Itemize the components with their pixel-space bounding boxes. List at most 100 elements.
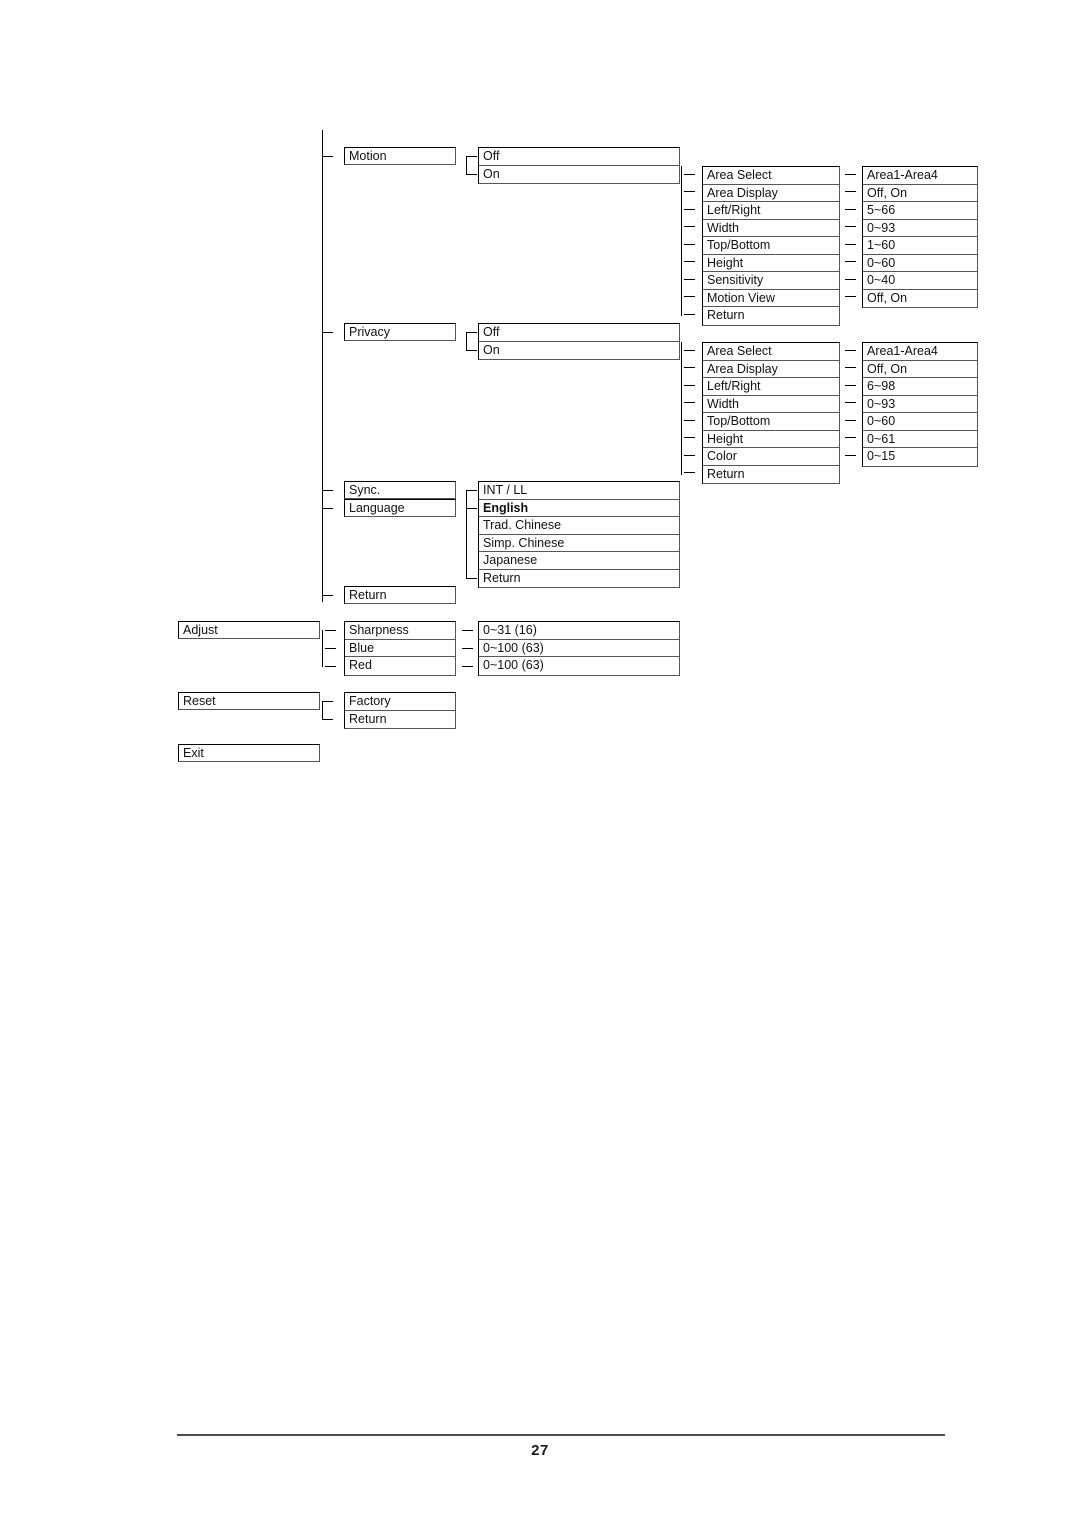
- privacy-state-on[interactable]: On: [479, 342, 679, 360]
- tick-privacy-sub-6: [684, 455, 695, 456]
- tick-motion-val-1: [845, 191, 856, 192]
- language-option-return[interactable]: Return: [479, 570, 679, 588]
- privacy-submenu-width[interactable]: Width: [703, 396, 839, 413]
- tick-privacy-sub-5: [684, 437, 695, 438]
- language-option-english[interactable]: English: [479, 500, 679, 517]
- motion-submenu-height[interactable]: Height: [703, 255, 839, 272]
- reset-submenu-list[interactable]: Factory Return: [344, 692, 456, 729]
- tick-motion-sub-8: [684, 314, 695, 315]
- language-option-trad-chinese[interactable]: Trad. Chinese: [479, 517, 679, 535]
- connector-tick-sync: [322, 490, 333, 491]
- privacy-state-bracket-vline: [466, 332, 467, 351]
- menu-item-motion[interactable]: Motion: [344, 147, 456, 165]
- privacy-value-width: 0~93: [863, 396, 977, 413]
- motion-state-bracket-vline: [466, 156, 467, 175]
- menu-item-return[interactable]: Return: [344, 586, 456, 604]
- menu-item-privacy[interactable]: Privacy: [344, 323, 456, 341]
- adjust-submenu-list[interactable]: Sharpness Blue Red: [344, 621, 456, 676]
- reset-submenu-factory[interactable]: Factory: [345, 693, 455, 711]
- adjust-submenu-sharpness[interactable]: Sharpness: [345, 622, 455, 640]
- motion-value-area-display: Off, On: [863, 185, 977, 202]
- motion-value-height: 0~60: [863, 255, 977, 272]
- adjust-submenu-blue[interactable]: Blue: [345, 640, 455, 657]
- motion-submenu-top-bottom[interactable]: Top/Bottom: [703, 237, 839, 255]
- privacy-value-color: 0~15: [867, 449, 896, 463]
- tick-privacy-val-4: [845, 420, 856, 421]
- adjust-values-list: 0~31 (16) 0~100 (63) 0~100 (63): [478, 621, 680, 676]
- tick-privacy-sub-4: [684, 420, 695, 421]
- motion-submenu-spine: [681, 166, 682, 316]
- privacy-submenu-color[interactable]: Color: [703, 448, 839, 466]
- privacy-submenu-return[interactable]: Return: [703, 466, 839, 484]
- privacy-submenu-list[interactable]: Area Select Area Display Left/Right Widt…: [702, 342, 840, 484]
- motion-value-left-right: 5~66: [863, 202, 977, 220]
- tick-motion-sub-4: [684, 244, 695, 245]
- adjust-value-sharpness: 0~31 (16): [479, 622, 679, 640]
- menu-item-sync[interactable]: Sync.: [344, 481, 456, 499]
- tick-reset-sub-1: [322, 719, 333, 720]
- motion-submenu-area-select[interactable]: Area Select: [703, 167, 839, 185]
- privacy-state-off[interactable]: Off: [479, 324, 679, 342]
- motion-submenu-sensitivity[interactable]: Sensitivity: [703, 272, 839, 290]
- privacy-submenu-area-select[interactable]: Area Select: [703, 343, 839, 361]
- tick-privacy-val-5: [845, 437, 856, 438]
- motion-value-motion-view: Off, On: [867, 290, 908, 305]
- motion-state-on[interactable]: On: [479, 166, 679, 184]
- motion-submenu-area-display[interactable]: Area Display: [703, 185, 839, 202]
- motion-values-list: Area1-Area4 Off, On 5~66 0~93 1~60 0~60 …: [862, 166, 978, 308]
- document-page: Motion Off On Area Select Area Display L…: [0, 0, 1080, 1527]
- privacy-value-top-bottom: 0~60: [863, 413, 977, 431]
- menu-item-language[interactable]: Language: [344, 499, 456, 517]
- language-option-japanese[interactable]: Japanese: [479, 552, 679, 570]
- tick-privacy-val-2: [845, 385, 856, 386]
- motion-submenu-width[interactable]: Width: [703, 220, 839, 237]
- tick-privacy-sub-0: [684, 350, 695, 351]
- tick-privacy-sub-7: [684, 472, 695, 473]
- motion-submenu-list[interactable]: Area Select Area Display Left/Right Widt…: [702, 166, 840, 326]
- menu-item-adjust[interactable]: Adjust: [178, 621, 320, 639]
- motion-state-off[interactable]: Off: [479, 148, 679, 166]
- tick-privacy-sub-1: [684, 367, 695, 368]
- menu-item-reset[interactable]: Reset: [178, 692, 320, 710]
- page-number: 27: [531, 1442, 549, 1459]
- motion-state-list[interactable]: Off On: [478, 147, 680, 184]
- privacy-state-list[interactable]: Off On: [478, 323, 680, 360]
- language-option-simp-chinese[interactable]: Simp. Chinese: [479, 535, 679, 552]
- connector-tick-return: [322, 595, 333, 596]
- motion-value-top-bottom: 1~60: [863, 237, 977, 255]
- connector-tick-motion-on: [466, 174, 477, 175]
- reset-submenu-bracket-vline: [322, 701, 323, 720]
- tick-privacy-val-1: [845, 367, 856, 368]
- privacy-submenu-height[interactable]: Height: [703, 431, 839, 448]
- motion-submenu-return[interactable]: Return: [703, 307, 839, 325]
- privacy-submenu-top-bottom[interactable]: Top/Bottom: [703, 413, 839, 431]
- adjust-submenu-red[interactable]: Red: [345, 657, 455, 675]
- main-trunk-line: [322, 130, 323, 602]
- language-options-list[interactable]: INT / LL English Trad. Chinese Simp. Chi…: [478, 481, 680, 588]
- tick-motion-sub-3: [684, 226, 695, 227]
- menu-item-exit[interactable]: Exit: [178, 744, 320, 762]
- tick-adjust-val-0: [462, 630, 473, 631]
- tick-adjust-sub-1: [325, 648, 336, 649]
- privacy-value-height: 0~61: [863, 431, 977, 448]
- tick-adjust-sub-0: [325, 630, 336, 631]
- adjust-value-blue: 0~100 (63): [479, 640, 679, 657]
- language-options-bracket-vline: [466, 490, 467, 579]
- tick-privacy-sub-3: [684, 402, 695, 403]
- tick-lang-opt-return: [466, 578, 477, 579]
- motion-value-width: 0~93: [863, 220, 977, 237]
- language-option-int-ll[interactable]: INT / LL: [479, 482, 679, 500]
- tick-motion-sub-1: [684, 191, 695, 192]
- motion-submenu-left-right[interactable]: Left/Right: [703, 202, 839, 220]
- tick-motion-val-5: [845, 261, 856, 262]
- tick-lang-opt-english: [466, 508, 477, 509]
- privacy-submenu-left-right[interactable]: Left/Right: [703, 378, 839, 396]
- tick-reset-sub-0: [322, 701, 333, 702]
- reset-submenu-return[interactable]: Return: [345, 711, 455, 729]
- connector-tick-motion: [322, 156, 333, 157]
- motion-submenu-motion-view[interactable]: Motion View: [703, 290, 839, 307]
- motion-value-area-select: Area1-Area4: [863, 167, 977, 185]
- privacy-submenu-area-display[interactable]: Area Display: [703, 361, 839, 378]
- tick-motion-sub-2: [684, 209, 695, 210]
- motion-value-sensitivity: 0~40: [863, 272, 977, 290]
